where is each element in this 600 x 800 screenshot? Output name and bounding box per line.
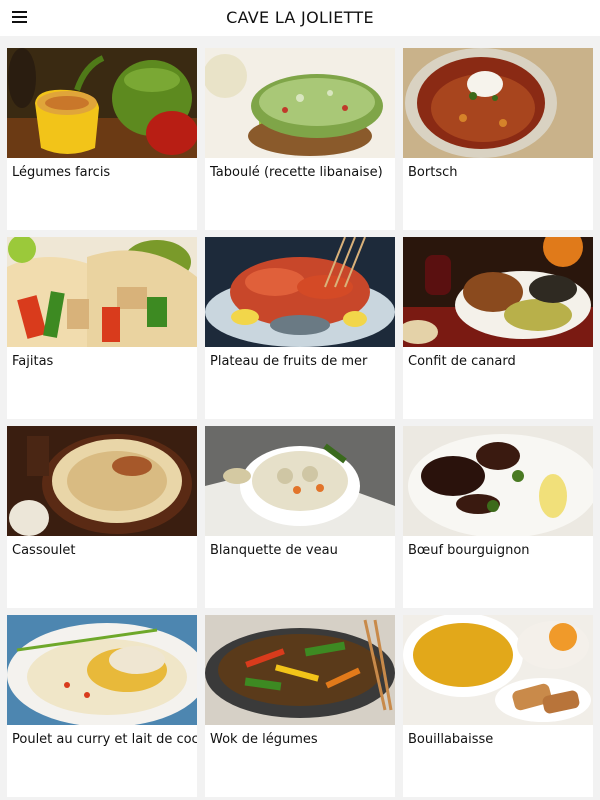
recipe-tile-taboule[interactable]: Taboulé (recette libanaise): [205, 48, 395, 230]
recipe-image: [7, 48, 197, 158]
recipe-title: Légumes farcis: [12, 165, 111, 180]
recipe-title: Bouillabaisse: [408, 732, 494, 747]
recipe-title: Taboulé (recette libanaise): [210, 165, 383, 180]
recipe-image: [205, 426, 395, 536]
recipe-title: Fajitas: [12, 354, 54, 369]
recipe-title: Wok de légumes: [210, 732, 318, 747]
recipe-tile-bouillabaisse[interactable]: Bouillabaisse: [403, 615, 593, 797]
recipe-image: [7, 426, 197, 536]
recipe-title: Poulet au curry et lait de coco: [12, 732, 197, 747]
recipe-grid: Légumes farcis Taboulé (recette libanais…: [7, 48, 593, 797]
recipe-tile-poulet-au-curry[interactable]: Poulet au curry et lait de coco: [7, 615, 197, 797]
recipe-tile-fajitas[interactable]: Fajitas: [7, 237, 197, 419]
recipe-image: [205, 48, 395, 158]
recipe-title: Cassoulet: [12, 543, 76, 558]
recipe-tile-confit-de-canard[interactable]: Confit de canard: [403, 237, 593, 419]
recipe-image: [403, 48, 593, 158]
recipe-image: [403, 615, 593, 725]
app-title: CAVE LA JOLIETTE: [226, 8, 374, 27]
recipe-title: Plateau de fruits de mer: [210, 354, 368, 369]
recipe-tile-cassoulet[interactable]: Cassoulet: [7, 426, 197, 608]
recipe-image: [7, 237, 197, 347]
recipe-image: [205, 615, 395, 725]
recipe-image: [403, 426, 593, 536]
recipe-tile-blanquette-de-veau[interactable]: Blanquette de veau: [205, 426, 395, 608]
recipe-image: [205, 237, 395, 347]
recipe-title: Blanquette de veau: [210, 543, 338, 558]
recipe-image: [7, 615, 197, 725]
recipe-image: [403, 237, 593, 347]
recipe-title: Bortsch: [408, 165, 458, 180]
recipe-title: Bœuf bourguignon: [408, 543, 530, 558]
app-header: CAVE LA JOLIETTE: [0, 0, 600, 36]
recipe-tile-plateau-fruits-de-mer[interactable]: Plateau de fruits de mer: [205, 237, 395, 419]
recipe-tile-boeuf-bourguignon[interactable]: Bœuf bourguignon: [403, 426, 593, 608]
recipe-title: Confit de canard: [408, 354, 516, 369]
recipe-tile-wok-de-legumes[interactable]: Wok de légumes: [205, 615, 395, 797]
recipe-tile-bortsch[interactable]: Bortsch: [403, 48, 593, 230]
recipe-tile-legumes-farcis[interactable]: Légumes farcis: [7, 48, 197, 230]
